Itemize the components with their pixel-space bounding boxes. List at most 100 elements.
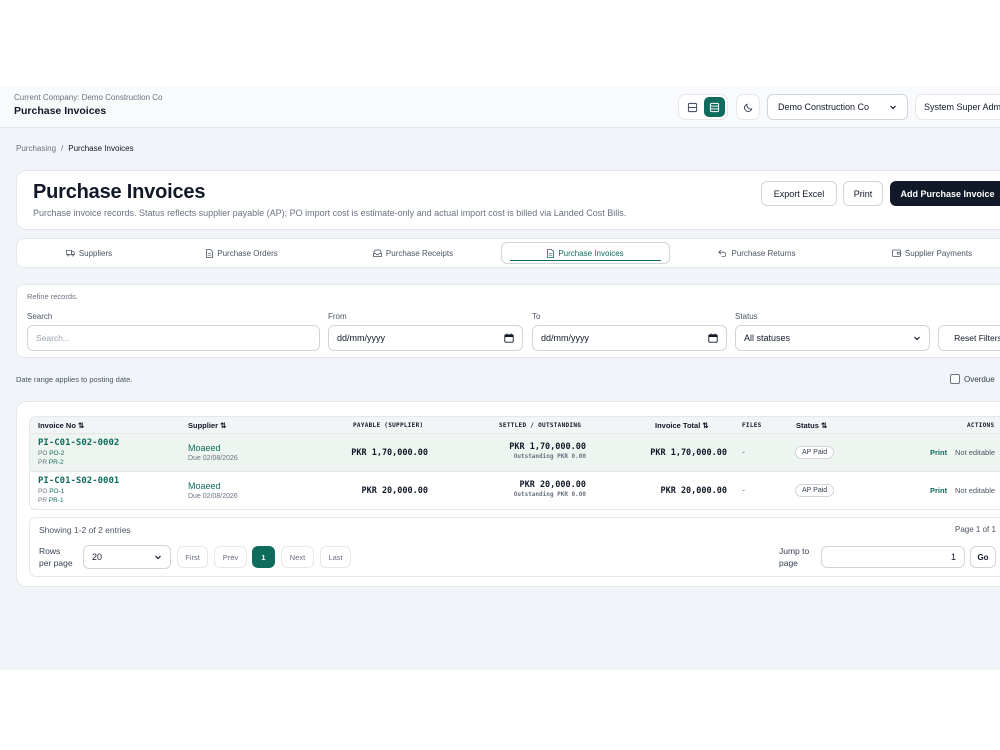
tab-purchase-receipts-label: Purchase Receipts bbox=[385, 248, 454, 258]
last-page-button[interactable]: Last bbox=[320, 546, 351, 568]
chevron-down-icon bbox=[914, 336, 920, 341]
layout-table-icon bbox=[709, 102, 719, 112]
page-of-label: Page 1 of 1 bbox=[955, 525, 996, 534]
from-date-value: dd/mm/yyyy bbox=[337, 333, 386, 343]
table-row[interactable]: PI-C01-S02-0002 PO PO-2 PR PR-2 Moaeed D… bbox=[30, 434, 1000, 472]
current-company-label: Current Company: Demo Construction Co bbox=[14, 93, 163, 102]
sort-icon[interactable]: ⇅ bbox=[821, 421, 827, 430]
add-purchase-invoice-button[interactable]: Add Purchase Invoice bbox=[890, 181, 1000, 206]
reset-filters-button[interactable]: Reset Filters bbox=[938, 325, 1000, 351]
col-invoice-total[interactable]: Invoice Total ⇅ bbox=[655, 421, 709, 430]
invoice-number-link[interactable]: PI-C01-S02-0001 bbox=[38, 476, 119, 486]
search-placeholder: Search... bbox=[36, 333, 71, 343]
files-cell: - bbox=[742, 447, 745, 457]
chevron-down-icon bbox=[890, 105, 896, 110]
breadcrumb-separator: / bbox=[61, 144, 64, 153]
payable-amount: PKR 1,70,000.00 bbox=[351, 448, 428, 458]
sort-icon[interactable]: ⇅ bbox=[702, 421, 708, 430]
invoice-total: PKR 1,70,000.00 bbox=[650, 448, 727, 458]
sort-icon[interactable]: ⇅ bbox=[78, 421, 84, 430]
invoice-number-link[interactable]: PI-C01-S02-0002 bbox=[38, 438, 119, 448]
pr-link[interactable]: PR-2 bbox=[49, 459, 64, 466]
page-description: Purchase invoice records. Status reflect… bbox=[33, 208, 627, 218]
top-bar: Current Company: Demo Construction Co Pu… bbox=[0, 86, 1000, 128]
status-select[interactable]: All statuses bbox=[735, 325, 930, 351]
tab-purchase-invoices[interactable]: Purchase Invoices bbox=[501, 242, 670, 264]
outstanding-amount: Outstanding PKR 0.00 bbox=[513, 491, 586, 498]
overdue-checkbox[interactable] bbox=[950, 374, 960, 384]
col-payable: PAYABLE (SUPPLIER) bbox=[353, 422, 424, 429]
sort-icon[interactable]: ⇅ bbox=[220, 421, 226, 430]
tab-suppliers[interactable]: Suppliers bbox=[19, 242, 159, 264]
from-date-input[interactable]: dd/mm/yyyy bbox=[328, 325, 523, 351]
jump-to-page-label: Jump to page bbox=[779, 545, 809, 569]
rows-per-page-select[interactable]: 20 bbox=[83, 545, 171, 569]
files-cell: - bbox=[742, 485, 745, 495]
prev-page-button[interactable]: Prev bbox=[214, 546, 247, 568]
search-label: Search bbox=[27, 312, 53, 321]
undo-icon bbox=[718, 249, 727, 257]
overdue-filter[interactable]: Overdue bbox=[950, 374, 995, 384]
pr-label: PR bbox=[38, 497, 48, 504]
document-icon bbox=[206, 248, 214, 258]
supplier-link[interactable]: Moaeed bbox=[188, 443, 221, 453]
calendar-icon[interactable] bbox=[708, 333, 718, 343]
jump-to-page-input[interactable]: 1 bbox=[821, 546, 965, 568]
col-supplier[interactable]: Supplier ⇅ bbox=[188, 421, 226, 430]
status-select-value: All statuses bbox=[744, 333, 791, 343]
overdue-label: Overdue bbox=[964, 374, 995, 384]
showing-entries: Showing 1-2 of 2 entries bbox=[39, 525, 131, 535]
topbar-title: Purchase Invoices bbox=[14, 105, 107, 117]
col-status[interactable]: Status ⇅ bbox=[796, 421, 827, 430]
print-button[interactable]: Print bbox=[843, 181, 883, 206]
table-view-button[interactable] bbox=[703, 97, 725, 117]
theme-toggle-button[interactable] bbox=[736, 94, 760, 120]
export-excel-button[interactable]: Export Excel bbox=[761, 181, 837, 206]
col-settled: SETTLED / OUTSTANDING bbox=[499, 422, 582, 429]
company-select[interactable]: Demo Construction Co bbox=[767, 94, 908, 120]
po-link[interactable]: PO-1 bbox=[49, 488, 64, 495]
pr-reference: PR PR-2 bbox=[38, 459, 64, 466]
row-print-link[interactable]: Print bbox=[930, 486, 947, 495]
first-page-button[interactable]: First bbox=[177, 546, 208, 568]
invoices-table-card: Invoice No ⇅ Supplier ⇅ PAYABLE (SUPPLIE… bbox=[16, 401, 1000, 587]
outstanding-amount: Outstanding PKR 0.00 bbox=[513, 453, 586, 460]
pr-link[interactable]: PR-1 bbox=[49, 497, 64, 504]
user-menu[interactable]: System Super Admin bbox=[915, 94, 1000, 120]
col-invoice-no-label: Invoice No bbox=[38, 421, 76, 430]
tab-purchase-orders[interactable]: Purchase Orders bbox=[167, 242, 317, 264]
date-range-note: Date range applies to posting date. bbox=[16, 375, 133, 384]
tab-purchase-receipts[interactable]: Purchase Receipts bbox=[333, 242, 493, 264]
supplier-link[interactable]: Moaeed bbox=[188, 481, 221, 491]
table-row[interactable]: PI-C01-S02-0001 PO PO-1 PR PR-1 Moaeed D… bbox=[30, 472, 1000, 509]
tab-purchase-returns[interactable]: Purchase Returns bbox=[682, 242, 832, 264]
row-print-link[interactable]: Print bbox=[930, 448, 947, 457]
tab-supplier-payments[interactable]: Supplier Payments bbox=[847, 242, 1000, 264]
filter-panel: Refine records. Search Search... From dd… bbox=[16, 284, 1000, 358]
search-input[interactable]: Search... bbox=[27, 325, 320, 351]
calendar-icon[interactable] bbox=[504, 333, 514, 343]
po-link[interactable]: PO-2 bbox=[49, 450, 64, 457]
to-label: To bbox=[532, 312, 541, 321]
tab-purchase-orders-label: Purchase Orders bbox=[217, 248, 278, 258]
tab-purchase-returns-label: Purchase Returns bbox=[731, 248, 796, 258]
breadcrumb: Purchasing / Purchase Invoices bbox=[16, 144, 134, 153]
col-invoice-no[interactable]: Invoice No ⇅ bbox=[38, 421, 84, 430]
refine-hint: Refine records. bbox=[27, 292, 78, 301]
pr-label: PR bbox=[38, 459, 48, 466]
from-label: From bbox=[328, 312, 347, 321]
moon-icon bbox=[743, 103, 752, 112]
pagination-bar: Showing 1-2 of 2 entries Page 1 of 1 Row… bbox=[29, 517, 1000, 577]
breadcrumb-parent[interactable]: Purchasing bbox=[16, 144, 56, 153]
truck-icon bbox=[65, 249, 75, 257]
next-page-button[interactable]: Next bbox=[281, 546, 314, 568]
col-files: FILES bbox=[742, 422, 762, 429]
to-date-input[interactable]: dd/mm/yyyy bbox=[532, 325, 727, 351]
invoice-total: PKR 20,000.00 bbox=[660, 486, 727, 496]
compact-view-button[interactable] bbox=[682, 97, 703, 117]
wallet-icon bbox=[892, 249, 901, 257]
go-button[interactable]: Go bbox=[970, 546, 996, 568]
not-editable-note: Not editable bbox=[955, 486, 996, 495]
page-1-button[interactable]: 1 bbox=[252, 546, 275, 568]
col-actions: ACTIONS bbox=[967, 422, 995, 429]
